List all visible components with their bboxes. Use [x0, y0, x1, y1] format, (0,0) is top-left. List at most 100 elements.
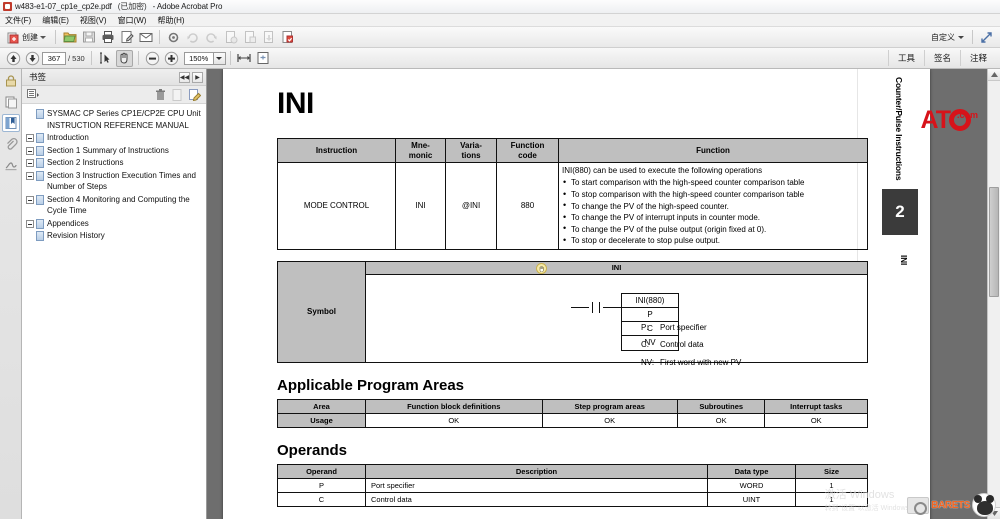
export-icon [260, 29, 277, 46]
arrow-up-icon[interactable] [5, 50, 22, 67]
cell-data-type: UINT [707, 491, 796, 507]
open-file-icon[interactable] [61, 29, 78, 46]
bookmark-item-icon [36, 218, 44, 229]
list-item[interactable]: Section 1 Summary of Instructions [24, 145, 204, 157]
legend-row: NV: First word with new PV [641, 354, 741, 372]
vertical-scrollbar[interactable] [987, 69, 1000, 519]
redo-icon [203, 29, 220, 46]
zoom-level-input[interactable]: 150% [183, 51, 214, 65]
bookmarks-toolbar [22, 86, 206, 104]
cell-description: Port specifier [365, 477, 708, 493]
edit-icon[interactable] [118, 29, 135, 46]
attachments-icon[interactable] [2, 135, 20, 153]
page-number-input[interactable]: 367 [42, 51, 66, 65]
bookmark-label: Appendices [47, 218, 89, 228]
trash-icon[interactable] [154, 88, 167, 101]
col-mnemonic: Mne- monic [395, 138, 446, 163]
applicable-program-areas-heading: Applicable Program Areas [277, 376, 465, 394]
acrobat-icon [3, 2, 12, 11]
list-item[interactable]: SYSMAC CP Series CP1E/CP2E CPU Unit INST… [24, 108, 204, 131]
zoom-dropdown-button[interactable] [213, 51, 226, 65]
list-item[interactable]: Section 3 Instruction Execution Times an… [24, 170, 204, 193]
bookmarks-icon[interactable] [1, 114, 20, 132]
customize-menu[interactable]: 自定义 [927, 31, 968, 44]
hand-tool-icon[interactable] [115, 49, 133, 67]
list-item[interactable]: Revision History [24, 230, 204, 242]
combine-icon [241, 29, 258, 46]
collapse-left-icon[interactable]: ◀◀ [179, 71, 190, 83]
contact-bar-right [599, 301, 600, 313]
edit-bookmark-icon[interactable] [188, 88, 201, 101]
create-button[interactable]: 创建 [4, 29, 51, 46]
function-bullet: To stop comparison with the high-speed c… [562, 189, 864, 201]
print-icon[interactable] [99, 29, 116, 46]
cell-size: 1 [795, 477, 868, 493]
legend-row: P: Port specifier [641, 319, 741, 337]
expand-toggle-icon[interactable] [26, 219, 34, 228]
expand-window-icon[interactable] [978, 29, 995, 46]
settings-icon[interactable] [165, 29, 182, 46]
list-item[interactable]: Appendices [24, 218, 204, 230]
symbol-content: INI INI(880) P C NV P: Port specifier C:… [366, 261, 867, 367]
bookmark-label: SYSMAC CP Series CP1E/CP2E CPU Unit INST… [47, 109, 201, 130]
list-item[interactable]: Section 4 Monitoring and Computing the C… [24, 194, 204, 217]
toolbar-separator-3 [972, 30, 973, 44]
expand-toggle-icon[interactable] [26, 195, 34, 204]
expand-toggle-icon[interactable] [26, 159, 34, 167]
tab-sign[interactable]: 签名 [923, 50, 960, 66]
tab-tools[interactable]: 工具 [887, 50, 924, 66]
select-text-icon[interactable] [97, 50, 114, 67]
table-row: Usage OK OK OK OK [277, 412, 868, 428]
page-total-label: / 530 [68, 53, 85, 63]
options-menu-icon[interactable] [27, 88, 40, 101]
signatures-icon[interactable] [2, 156, 20, 174]
scroll-down-arrow-icon[interactable] [988, 507, 1000, 519]
fit-page-icon[interactable] [255, 50, 272, 67]
main-toolbar: 创建 自定义 [0, 27, 1000, 48]
bookmarks-list[interactable]: SYSMAC CP Series CP1E/CP2E CPU Unit INST… [22, 104, 206, 519]
ladder-contact [571, 301, 621, 313]
expand-right-icon[interactable]: ▶ [192, 71, 203, 83]
vertical-scrollbar-thumb[interactable] [989, 187, 999, 297]
document-viewport[interactable]: Counter/Pulse Instructions 2 INI INI Ins… [207, 69, 1000, 519]
cell-function-code: 880 [496, 162, 559, 250]
window-title: w483-e1-07_cp1e_cp2e.pdf [15, 2, 112, 11]
expand-toggle-icon[interactable] [26, 134, 34, 142]
ladder-wire-right [603, 306, 621, 308]
ato-domain-text: .com [956, 110, 978, 120]
expand-toggle-icon[interactable] [26, 171, 34, 180]
bookmark-label: Section 1 Summary of Instructions [47, 145, 169, 155]
arrow-down-icon[interactable] [24, 50, 41, 67]
bookmark-item-icon [36, 170, 44, 181]
cell-size: 1 [795, 491, 868, 507]
sign-pdf-icon[interactable] [279, 29, 296, 46]
menu-item-window[interactable]: 窗口(W) [118, 15, 147, 26]
cell-function: INI(880) can be used to execute the foll… [558, 162, 868, 250]
table-row: MODE CONTROL INI @INI 880 INI(880) can b… [277, 162, 868, 250]
cell-usage-step: OK [541, 412, 678, 428]
menu-item-file[interactable]: 文件(F) [5, 15, 31, 26]
menu-item-view[interactable]: 视图(V) [80, 15, 107, 26]
navigation-rail [0, 69, 22, 519]
legend-desc: First word with new PV [660, 357, 742, 367]
bookmarks-panel-title: 书签 [29, 72, 47, 82]
new-bookmark-icon [171, 88, 184, 101]
menu-item-help[interactable]: 帮助(H) [157, 15, 184, 26]
save-icon[interactable] [80, 29, 97, 46]
fit-width-icon[interactable] [236, 50, 253, 67]
menu-bar: 文件(F) 编辑(E) 视图(V) 窗口(W) 帮助(H) [0, 14, 1000, 27]
page-thumbnails-lock-icon[interactable] [2, 72, 20, 90]
col-size: Size [795, 463, 868, 479]
list-item[interactable]: Introduction [24, 132, 204, 144]
tab-comment[interactable]: 注释 [959, 50, 996, 66]
scroll-up-arrow-icon[interactable] [988, 69, 1000, 81]
bookmark-label: Section 4 Monitoring and Computing the C… [47, 194, 190, 216]
plus-icon[interactable] [163, 50, 180, 67]
minus-icon[interactable] [144, 50, 161, 67]
expand-toggle-icon[interactable] [26, 146, 34, 155]
list-item[interactable]: Section 2 Instructions [24, 157, 204, 169]
cell-description: Control data [365, 491, 708, 507]
page-thumbnails-icon[interactable] [2, 93, 20, 111]
email-icon[interactable] [137, 29, 154, 46]
menu-item-edit[interactable]: 编辑(E) [42, 15, 69, 26]
